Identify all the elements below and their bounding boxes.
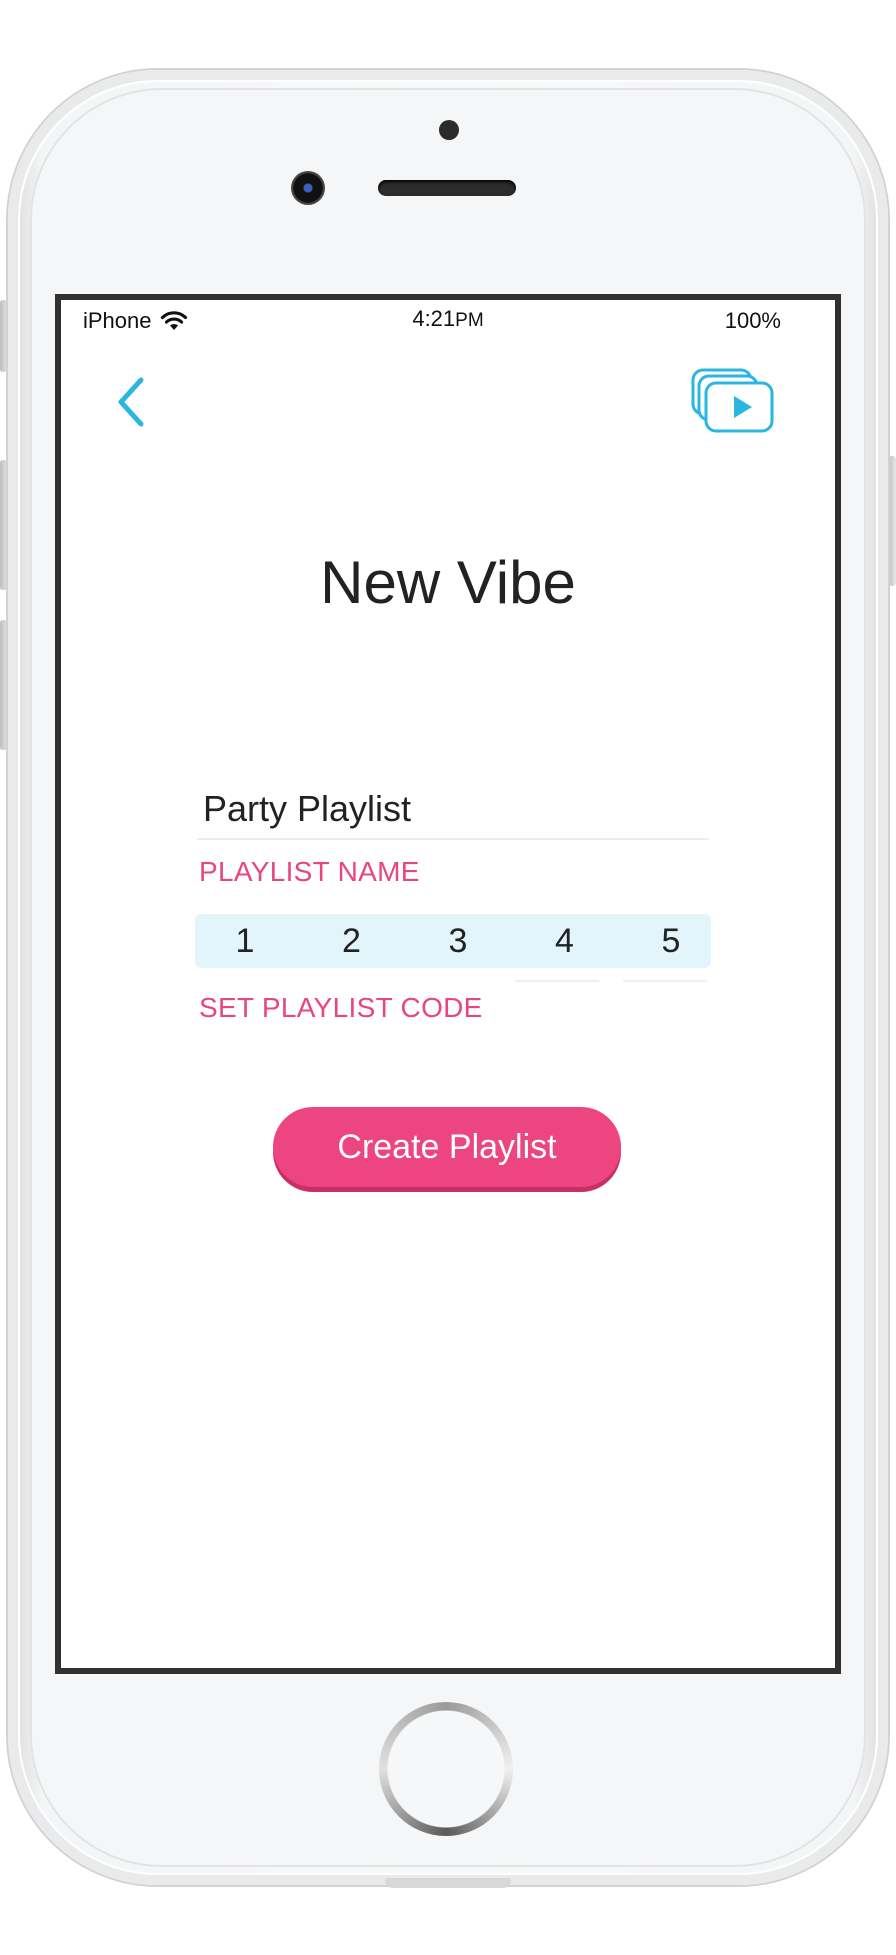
back-button[interactable] xyxy=(107,372,157,432)
playlist-name-input[interactable] xyxy=(197,780,709,840)
chevron-left-icon xyxy=(118,377,144,427)
battery-percent: 100% xyxy=(724,308,781,333)
volume-up-button xyxy=(0,460,8,590)
code-underlines xyxy=(195,980,711,982)
code-underline xyxy=(623,980,707,982)
status-bar: iPhone 4:21PM 100% xyxy=(61,300,835,336)
code-digit-1[interactable]: 1 xyxy=(225,922,265,961)
create-playlist-button[interactable]: Create Playlist xyxy=(273,1107,621,1187)
time-value: 4:21 xyxy=(412,306,456,331)
proximity-sensor xyxy=(439,120,459,140)
code-digit-3[interactable]: 3 xyxy=(438,922,478,961)
app-screen: iPhone 4:21PM 100% New Vibe Party Playli… xyxy=(55,294,841,1674)
home-button[interactable] xyxy=(379,1702,513,1836)
status-time: 4:21PM xyxy=(61,306,835,332)
playlist-name-label: PLAYLIST NAME xyxy=(199,856,420,887)
time-suffix: PM xyxy=(455,310,484,331)
playlist-code-label: SET PLAYLIST CODE xyxy=(199,992,483,1023)
code-underline xyxy=(515,980,599,982)
code-digit-5[interactable]: 5 xyxy=(651,922,691,961)
page-title: New Vibe xyxy=(320,549,576,616)
playlists-button[interactable] xyxy=(689,366,779,436)
front-camera xyxy=(293,173,323,203)
playlist-code-input[interactable]: 1 2 3 4 5 xyxy=(195,914,711,968)
mute-switch xyxy=(0,300,8,372)
volume-down-button xyxy=(0,620,8,750)
code-digit-4[interactable]: 4 xyxy=(545,922,585,961)
code-digit-2[interactable]: 2 xyxy=(332,922,372,961)
device-mockup: iPhone 4:21PM 100% New Vibe Party Playli… xyxy=(0,0,896,1955)
stacked-playlists-play-icon xyxy=(691,368,774,433)
lightning-port xyxy=(385,1878,511,1888)
earpiece-speaker xyxy=(378,180,516,196)
power-button xyxy=(888,456,896,586)
